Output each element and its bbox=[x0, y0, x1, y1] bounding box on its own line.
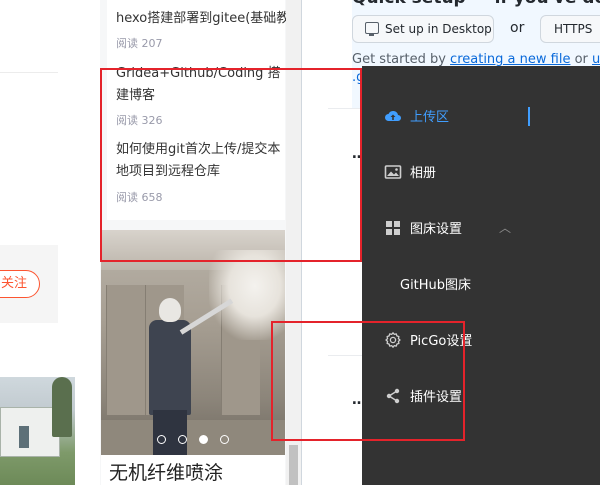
article-title-2[interactable]: Gridea+Github/Coding 搭建博客 bbox=[116, 63, 288, 107]
share-icon bbox=[386, 388, 400, 404]
spray-cloud bbox=[209, 250, 285, 340]
grid-icon bbox=[386, 221, 400, 235]
setup-desktop-button[interactable]: Set up in Desktop bbox=[352, 15, 494, 43]
wall-panel bbox=[106, 285, 145, 415]
submenu-item-label: GitHub图床 bbox=[400, 278, 472, 293]
divider bbox=[0, 72, 58, 73]
get-started-prefix: Get started by bbox=[352, 52, 451, 67]
carousel-dot[interactable] bbox=[220, 435, 229, 444]
carousel-dot[interactable] bbox=[178, 435, 187, 444]
building-image bbox=[0, 407, 60, 457]
worker-hood bbox=[159, 298, 181, 322]
setup-desktop-label: Set up in Desktop bbox=[385, 22, 492, 36]
or-label: or bbox=[510, 20, 525, 36]
quick-setup-title: Quick setup — if you've done bbox=[352, 0, 600, 8]
carousel-dot-active[interactable] bbox=[199, 435, 208, 444]
article-read-count-2: 阅读 326 bbox=[116, 114, 163, 127]
article-thumbnail[interactable] bbox=[0, 377, 75, 485]
article-read-count-3: 阅读 658 bbox=[116, 191, 163, 204]
desktop-icon bbox=[365, 22, 379, 36]
scrollbar[interactable] bbox=[286, 0, 301, 485]
menu-item-label: 图床设置 bbox=[410, 222, 463, 237]
article-title-1[interactable]: hexo搭建部署到gitee(基础教 bbox=[116, 8, 291, 30]
https-button[interactable]: HTTPS bbox=[540, 15, 600, 43]
https-label: HTTPS bbox=[554, 22, 593, 36]
worker-figure bbox=[149, 320, 191, 415]
menu-item-gallery[interactable]: 相册 bbox=[362, 144, 600, 200]
recommend-card bbox=[107, 0, 285, 220]
scrollbar-thumb[interactable] bbox=[289, 445, 298, 485]
menu-item-picbed-settings[interactable]: 图床设置 ︿ bbox=[362, 200, 600, 256]
upload-link[interactable]: uplo bbox=[592, 52, 600, 67]
submenu-item-github[interactable]: GitHub图床 bbox=[362, 256, 600, 312]
article-read-count-1: 阅读 207 bbox=[116, 37, 163, 50]
menu-item-label: 插件设置 bbox=[410, 390, 463, 405]
cloud-upload-icon bbox=[385, 110, 401, 121]
create-file-link[interactable]: creating a new file bbox=[450, 52, 570, 67]
picgo-side-menu: 上传区 相册 图床设置 ︿ GitHub图床 PicGo设置 插件设置 bbox=[362, 66, 600, 485]
carousel-caption[interactable]: 无机纤维喷涂 bbox=[101, 455, 285, 485]
carousel-dot[interactable] bbox=[157, 435, 166, 444]
carousel-dots bbox=[101, 429, 285, 444]
active-indicator bbox=[528, 107, 530, 126]
article-title-3[interactable]: 如何使用git首次上传/提交本地项目到远程仓库 bbox=[116, 139, 288, 183]
tree-image bbox=[52, 377, 72, 437]
image-icon bbox=[384, 165, 402, 179]
ad-carousel[interactable] bbox=[101, 230, 285, 455]
carousel-caption-text: 无机纤维喷涂 bbox=[109, 462, 224, 484]
menu-item-picgo-settings[interactable]: PicGo设置 bbox=[362, 312, 600, 368]
chevron-up-icon: ︿ bbox=[499, 221, 512, 235]
gear-icon bbox=[385, 332, 401, 348]
get-started-text: Get started by creating a new file or up… bbox=[352, 52, 600, 67]
menu-item-plugin-settings[interactable]: 插件设置 bbox=[362, 368, 600, 424]
menu-item-label: PicGo设置 bbox=[410, 334, 473, 349]
menu-item-label: 相册 bbox=[410, 166, 437, 181]
follow-button[interactable]: 关注 bbox=[0, 270, 40, 298]
menu-item-upload[interactable]: 上传区 bbox=[362, 88, 600, 144]
menu-item-label: 上传区 bbox=[410, 110, 450, 125]
or-upload-text: or bbox=[570, 52, 593, 67]
